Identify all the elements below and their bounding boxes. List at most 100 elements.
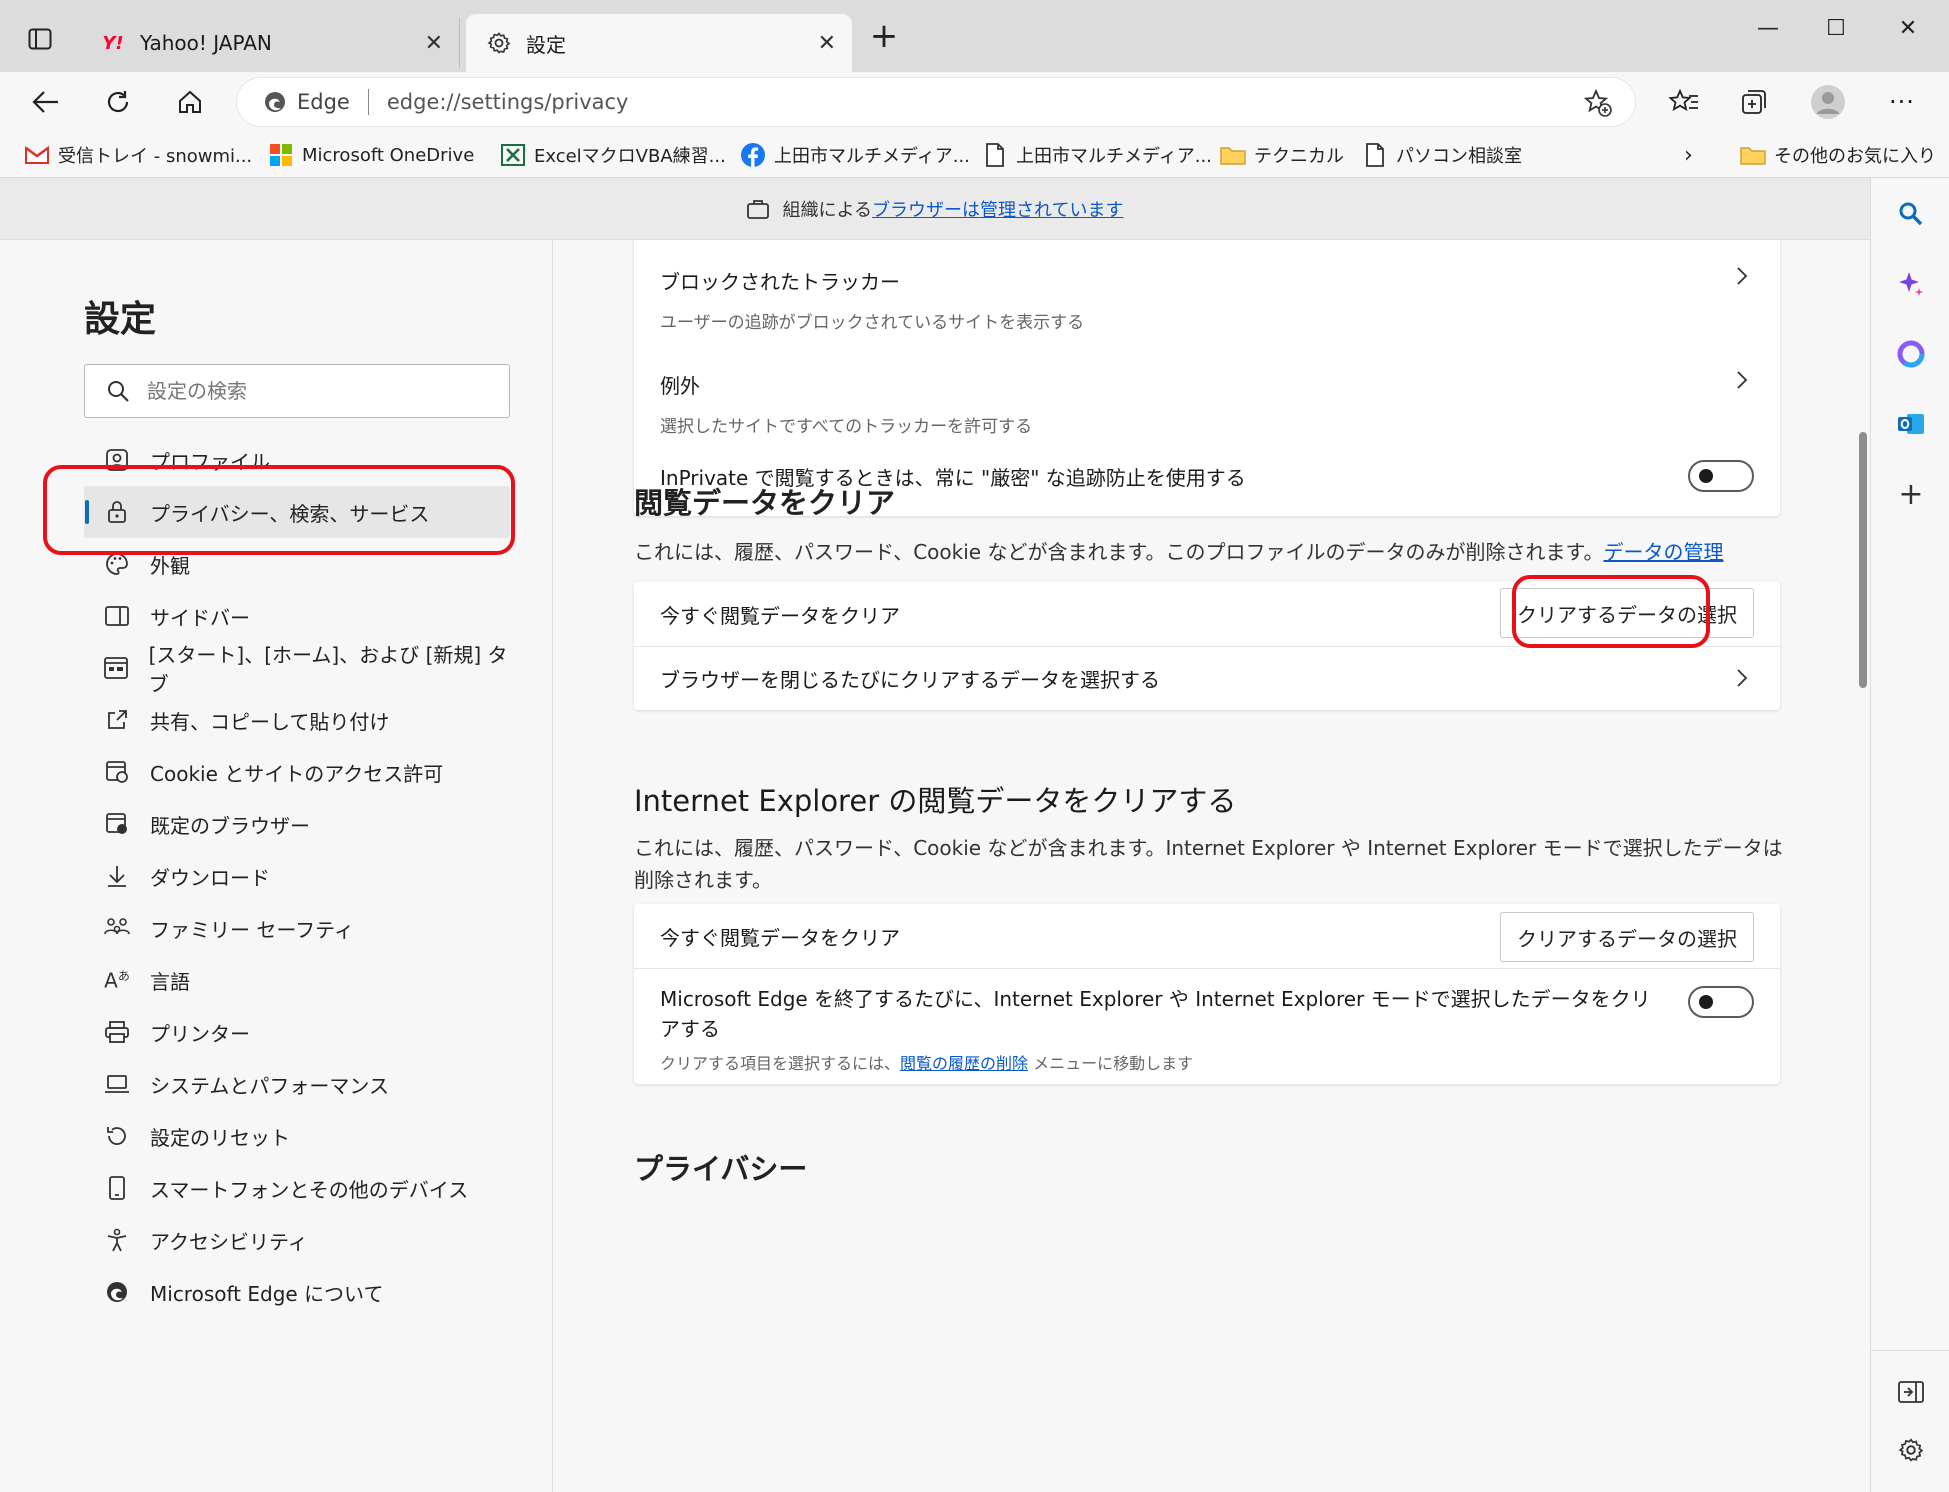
nav-appearance[interactable]: 外観: [84, 538, 510, 590]
nav-about-edge[interactable]: Microsoft Edge について: [84, 1266, 510, 1318]
nav-languages[interactable]: Aあ 言語: [84, 954, 510, 1006]
ie-choose-data-button[interactable]: クリアするデータの選択: [1500, 912, 1754, 962]
bookmark-item[interactable]: テクニカル: [1220, 140, 1344, 170]
folder-icon: [1220, 142, 1246, 168]
bookmarks-overflow-button[interactable]: ›: [1684, 140, 1693, 170]
maximize-button[interactable]: ☐: [1806, 16, 1866, 52]
refresh-button[interactable]: [96, 80, 140, 124]
bookmark-item[interactable]: 上田市マルチメディア...: [740, 140, 970, 170]
nav-start-home-newtab[interactable]: [スタート]、[ホーム]、および [新規] タブ: [84, 642, 510, 696]
facebook-icon: [740, 142, 766, 168]
nav-system-performance[interactable]: システムとパフォーマンス: [84, 1058, 510, 1110]
managed-link[interactable]: ブラウザーは管理されています: [872, 196, 1123, 222]
laptop-icon: [102, 1069, 132, 1099]
collections-button[interactable]: [1732, 80, 1776, 124]
nav-cookies-permissions[interactable]: Cookie とサイトのアクセス許可: [84, 746, 510, 798]
profile-icon: [102, 445, 132, 475]
sidebar-icon: [102, 601, 132, 631]
office-icon[interactable]: [1891, 334, 1931, 374]
new-tab-button[interactable]: +: [864, 18, 904, 58]
ie-clear-heading: Internet Explorer の閲覧データをクリアする: [634, 784, 1237, 818]
choose-data-to-clear-button[interactable]: クリアするデータの選択: [1500, 588, 1754, 638]
search-icon[interactable]: [1891, 194, 1931, 234]
nav-default-browser[interactable]: 既定のブラウザー: [84, 798, 510, 850]
home-icon: [179, 90, 201, 113]
tab-settings[interactable]: 設定 ✕: [466, 14, 852, 72]
ie-clear-card: 今すぐ閲覧データをクリア クリアするデータの選択 Microsoft Edge …: [634, 904, 1780, 1084]
settings-search-input[interactable]: [147, 379, 467, 403]
tab-actions-button[interactable]: [20, 22, 60, 56]
exceptions-row[interactable]: 例外 選択したサイトですべてのトラッカーを許可する: [634, 344, 1780, 448]
nav-family-safety[interactable]: ファミリー セーフティ: [84, 902, 510, 954]
favorites-button[interactable]: [1662, 80, 1706, 124]
profile-button[interactable]: [1806, 80, 1850, 124]
minimize-button[interactable]: —: [1738, 16, 1798, 52]
clear-now-row: 今すぐ閲覧データをクリア クリアするデータの選択: [634, 582, 1780, 646]
gear-icon: [484, 30, 514, 56]
nav-privacy[interactable]: プライバシー、検索、サービス: [84, 486, 510, 538]
ie-clear-now-row: 今すぐ閲覧データをクリア クリアするデータの選択: [634, 904, 1780, 968]
add-sidebar-app-icon[interactable]: +: [1891, 474, 1931, 514]
clear-on-close-row[interactable]: ブラウザーを閉じるたびにクリアするデータを選択する: [634, 646, 1780, 710]
inprivate-strict-toggle[interactable]: [1688, 460, 1754, 492]
close-tab-icon[interactable]: ✕: [818, 31, 836, 56]
managed-banner: 組織による ブラウザーは管理されています: [0, 178, 1870, 240]
briefcase-icon: [746, 199, 769, 219]
back-button[interactable]: [24, 80, 68, 124]
chevron-right-icon: [1737, 267, 1748, 285]
settings-search[interactable]: [84, 364, 510, 418]
edge-sidebar: +: [1870, 178, 1949, 1492]
phone-icon: [102, 1173, 132, 1203]
nav-phone-devices[interactable]: スマートフォンとその他のデバイス: [84, 1162, 510, 1214]
ie-clear-desc: これには、履歴、パスワード、Cookie などが含まれます。Internet E…: [634, 836, 1783, 892]
chevron-right-icon: ›: [1684, 142, 1693, 168]
settings-nav: 設定 プロファイル プライバシー、検索、サービス 外観 サイドバー [スタート]…: [0, 240, 553, 1492]
url-text[interactable]: edge://settings/privacy: [387, 90, 629, 114]
bookmark-item[interactable]: 受信トレイ - snowmi...: [24, 140, 252, 170]
search-icon: [108, 381, 129, 402]
nav-downloads[interactable]: ダウンロード: [84, 850, 510, 902]
ie-clear-on-exit-toggle[interactable]: [1688, 986, 1754, 1018]
manage-data-link[interactable]: データの管理: [1603, 540, 1723, 564]
add-favorite-icon[interactable]: [1583, 88, 1613, 122]
address-bar[interactable]: Edge edge://settings/privacy: [236, 77, 1636, 127]
accessibility-icon: [102, 1225, 132, 1255]
clear-data-heading: 閲覧データをクリア: [634, 486, 896, 520]
bookmark-item[interactable]: パソコン相談室: [1362, 140, 1522, 170]
close-tab-icon[interactable]: ✕: [425, 31, 443, 56]
nav-share-copy-paste[interactable]: 共有、コピーして貼り付け: [84, 694, 510, 746]
more-menu-button[interactable]: ···: [1880, 80, 1924, 124]
nav-accessibility[interactable]: アクセシビリティ: [84, 1214, 510, 1266]
edge-icon: [102, 1277, 132, 1307]
excel-icon: [500, 142, 526, 168]
nav-sidebar[interactable]: サイドバー: [84, 590, 510, 642]
settings-title: 設定: [84, 299, 157, 340]
family-icon: [102, 913, 132, 943]
delete-history-link[interactable]: 閲覧の履歴の削除: [900, 1054, 1028, 1073]
other-favorites-folder[interactable]: その他のお気に入り: [1740, 140, 1936, 170]
outlook-icon[interactable]: [1891, 404, 1931, 444]
browser-icon: [102, 809, 132, 839]
page-icon: [1362, 142, 1388, 168]
blocked-trackers-row[interactable]: ブロックされたトラッカー ユーザーの追跡がブロックされているサイトを表示する: [634, 240, 1780, 344]
ie-clear-on-exit-row: Microsoft Edge を終了するたびに、Internet Explore…: [634, 968, 1780, 1084]
hide-sidebar-icon[interactable]: [1891, 1372, 1931, 1412]
bookmark-item[interactable]: 上田市マルチメディア...: [982, 140, 1212, 170]
close-window-button[interactable]: ✕: [1878, 16, 1938, 52]
language-icon: Aあ: [104, 968, 130, 993]
bookmark-item[interactable]: Microsoft OneDrive: [268, 140, 474, 170]
palette-icon: [102, 549, 132, 579]
nav-printers[interactable]: プリンター: [84, 1006, 510, 1058]
privacy-heading: プライバシー: [634, 1152, 808, 1186]
home-tab-icon: [102, 653, 131, 683]
content-scrollbar-thumb[interactable]: [1859, 432, 1867, 688]
sidebar-settings-gear-icon[interactable]: [1891, 1430, 1931, 1470]
nav-reset-settings[interactable]: 設定のリセット: [84, 1110, 510, 1162]
nav-profiles[interactable]: プロファイル: [84, 434, 510, 486]
tab-yahoo[interactable]: Y! Yahoo! JAPAN ✕: [80, 18, 460, 68]
bookmark-item[interactable]: ExcelマクロVBA練習...: [500, 140, 726, 170]
clear-data-desc: これには、履歴、パスワード、Cookie などが含まれます。このプロファイルのデ…: [634, 540, 1724, 564]
refresh-icon: [107, 91, 129, 113]
copilot-sparkle-icon[interactable]: [1891, 264, 1931, 304]
home-button[interactable]: [168, 80, 212, 124]
